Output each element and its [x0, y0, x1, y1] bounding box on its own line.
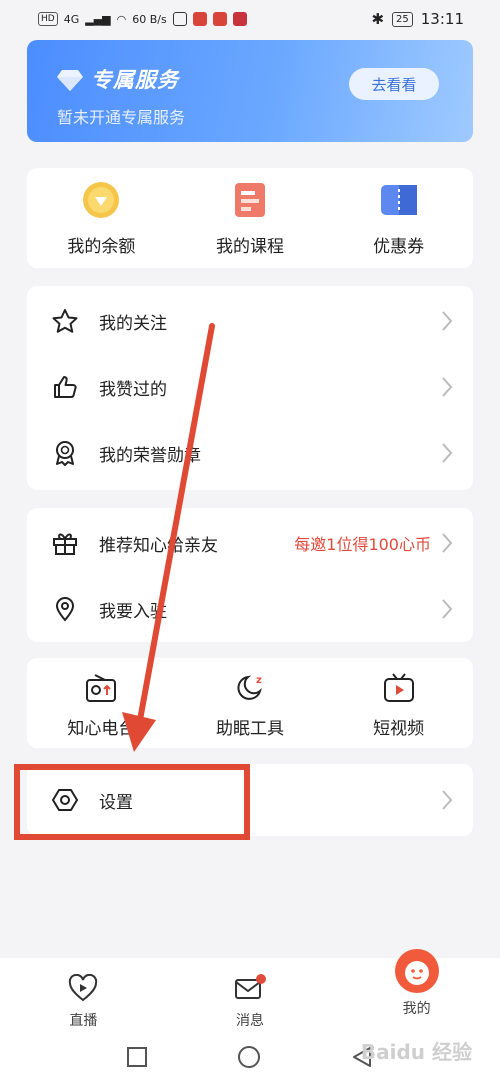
home-button[interactable] [236, 1044, 262, 1070]
annotation-highlight-box [14, 764, 250, 840]
watermark: Baidu 经验 [360, 1040, 472, 1064]
tab-label: 直播 [69, 1013, 98, 1029]
recent-apps-button[interactable] [126, 1046, 148, 1068]
tab-label: 我的 [402, 1001, 431, 1017]
profile-icon [394, 949, 439, 993]
tab-label: 消息 [235, 1013, 264, 1029]
annotation-arrow-line [137, 323, 215, 723]
annotation-overlay [14, 323, 250, 840]
bottom-tab-bar: 直播 消息 我的 [0, 949, 500, 1030]
heart-play-icon [69, 974, 98, 1002]
annotation-arrow-head [122, 712, 156, 752]
mail-icon [234, 974, 266, 999]
tab-messages[interactable]: 消息 [180, 958, 320, 1030]
tab-live[interactable]: 直播 [13, 958, 153, 1030]
tab-me[interactable]: 我的 [347, 949, 487, 1030]
